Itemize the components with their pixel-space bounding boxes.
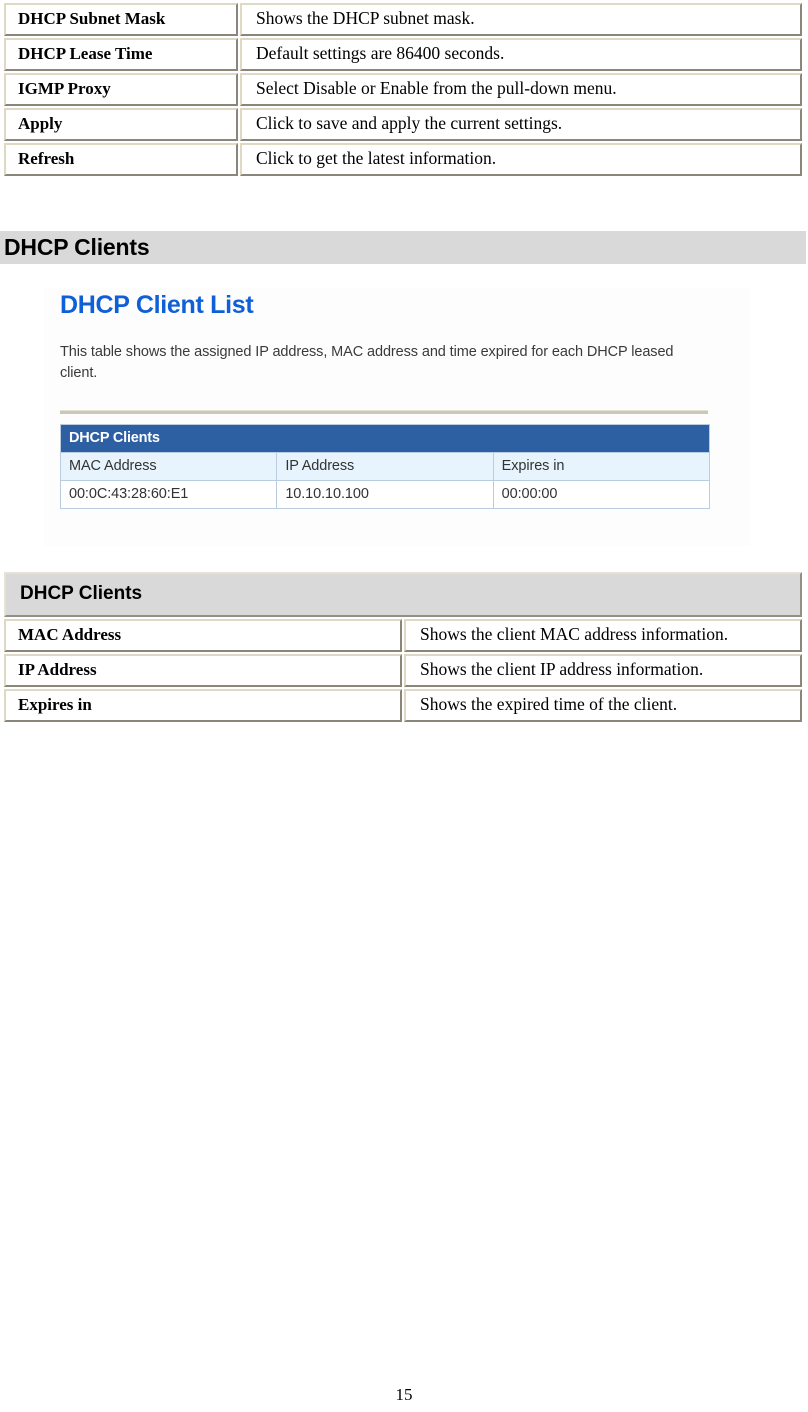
table-group-header-row: DHCP Clients	[4, 572, 802, 617]
ui-table-group-header-row: DHCP Clients	[60, 423, 710, 453]
table-row: MAC Address Shows the client MAC address…	[4, 619, 802, 652]
page-number: 15	[395, 1385, 413, 1404]
row-label: Apply	[4, 108, 238, 141]
ui-page-description: This table shows the assigned IP address…	[60, 343, 674, 381]
row-label: DHCP Lease Time	[4, 38, 238, 71]
table-row: Apply Click to save and apply the curren…	[4, 108, 802, 141]
table-row: DHCP Subnet Mask Shows the DHCP subnet m…	[4, 3, 802, 36]
row-label: Expires in	[4, 689, 402, 722]
ui-table-group-header: DHCP Clients	[60, 423, 710, 453]
ui-cell-mac-address: 00:0C:43:28:60:E1	[59, 479, 278, 509]
row-description: Shows the client MAC address information…	[404, 619, 802, 652]
row-label: IGMP Proxy	[4, 73, 238, 106]
ui-dhcp-clients-table: DHCP Clients MAC Address IP Address Expi…	[59, 423, 711, 509]
ui-column-header-expires-in: Expires in	[492, 451, 711, 481]
dhcp-settings-table: DHCP Subnet Mask Shows the DHCP subnet m…	[2, 1, 804, 178]
ui-cell-expires-in: 00:00:00	[492, 479, 711, 509]
dhcp-clients-description-table: DHCP Clients MAC Address Shows the clien…	[2, 570, 804, 724]
row-description: Shows the client IP address information.	[404, 654, 802, 687]
row-description: Shows the expired time of the client.	[404, 689, 802, 722]
table-row: IGMP Proxy Select Disable or Enable from…	[4, 73, 802, 106]
row-description: Click to save and apply the current sett…	[240, 108, 802, 141]
row-label: DHCP Subnet Mask	[4, 3, 238, 36]
ui-table-row: 00:0C:43:28:60:E1 10.10.10.100 00:00:00	[59, 479, 711, 509]
row-description: Click to get the latest information.	[240, 143, 802, 176]
router-ui-screenshot: DHCP Client List This table shows the as…	[44, 288, 750, 546]
row-label: IP Address	[4, 654, 402, 687]
ui-cell-ip-address: 10.10.10.100	[276, 479, 494, 509]
ui-page-title: DHCP Client List	[60, 291, 254, 319]
section-heading-dhcp-clients: DHCP Clients	[0, 231, 806, 264]
row-label: Refresh	[4, 143, 238, 176]
table-row: DHCP Lease Time Default settings are 864…	[4, 38, 802, 71]
table-row: Refresh Click to get the latest informat…	[4, 143, 802, 176]
ui-table-header-row: MAC Address IP Address Expires in	[59, 451, 711, 481]
ui-column-header-mac-address: MAC Address	[59, 451, 278, 481]
dhcp-settings-table-container: DHCP Subnet Mask Shows the DHCP subnet m…	[0, 1, 806, 178]
row-label: MAC Address	[4, 619, 402, 652]
ui-divider	[60, 409, 708, 414]
table-group-header: DHCP Clients	[4, 572, 802, 617]
table-row: IP Address Shows the client IP address i…	[4, 654, 802, 687]
row-description: Select Disable or Enable from the pull-d…	[240, 73, 802, 106]
table-row: Expires in Shows the expired time of the…	[4, 689, 802, 722]
ui-column-header-ip-address: IP Address	[276, 451, 494, 481]
row-description: Shows the DHCP subnet mask.	[240, 3, 802, 36]
row-description: Default settings are 86400 seconds.	[240, 38, 802, 71]
dhcp-clients-description-table-container: DHCP Clients MAC Address Shows the clien…	[0, 570, 806, 724]
